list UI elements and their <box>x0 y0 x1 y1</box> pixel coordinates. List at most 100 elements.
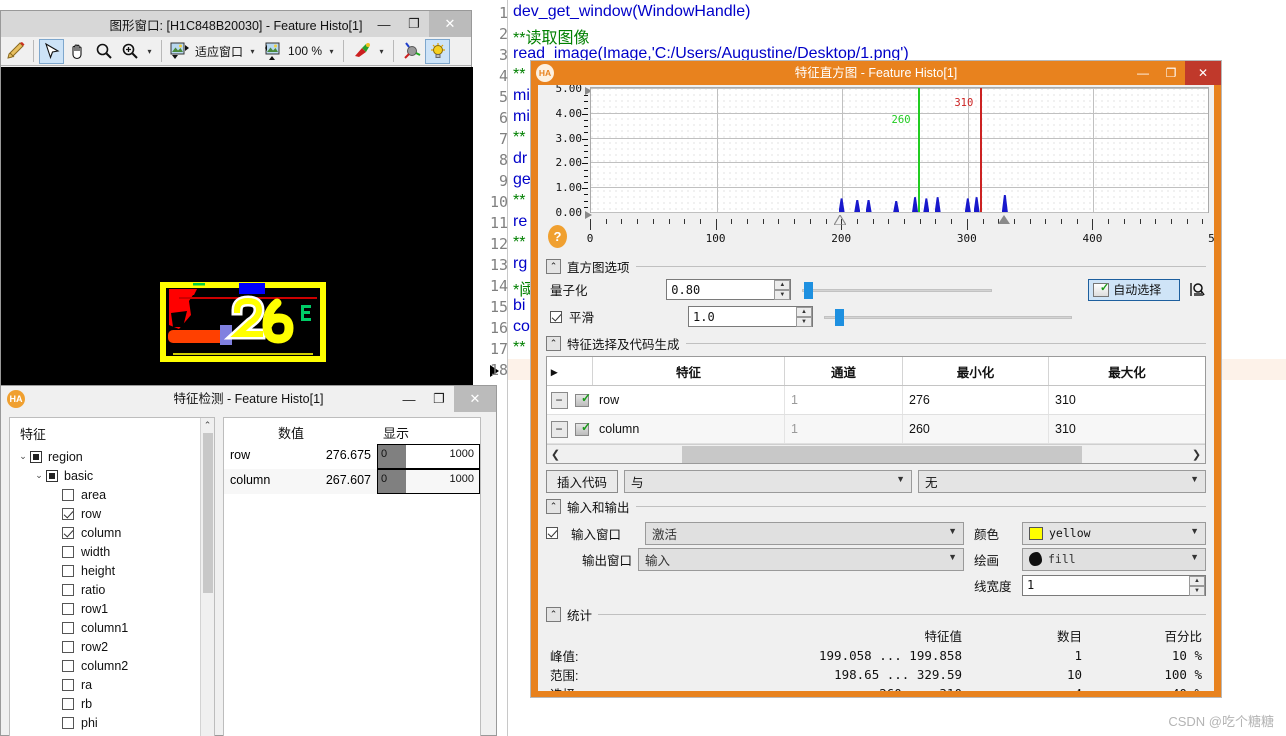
code-line-text[interactable]: mi <box>513 108 530 126</box>
draw-select[interactable]: fill ▼ <box>1022 547 1206 571</box>
code-line-text[interactable]: ** <box>513 234 525 252</box>
node-square-icon[interactable] <box>30 450 42 463</box>
smooth-spin-buttons[interactable]: ▲ ▼ <box>796 307 812 327</box>
checkbox-area[interactable] <box>62 488 74 501</box>
spin-down-icon-2[interactable]: ▼ <box>796 317 812 327</box>
collapse-histogram-options-button[interactable]: ⌃ <box>546 258 561 274</box>
quantization-slider[interactable] <box>802 280 993 299</box>
checkbox-row[interactable] <box>62 507 74 520</box>
image-canvas[interactable] <box>1 67 473 391</box>
fit-window-dropdown-caret-icon[interactable]: ▾ <box>246 39 259 64</box>
tree-item-column1[interactable]: column1 <box>10 618 214 637</box>
remove-feature-button[interactable]: − <box>550 420 568 438</box>
quantization-slider-thumb[interactable] <box>804 282 814 299</box>
input-window-checkbox[interactable] <box>546 527 558 539</box>
checkbox-width[interactable] <box>62 545 74 558</box>
code-line-text[interactable]: co <box>513 318 530 336</box>
tree-item-roundness[interactable]: roundness <box>10 732 214 736</box>
feature-histogram-titlebar[interactable]: HA 特征直方图 - Feature Histo[1] — ❐ ✕ <box>531 61 1221 85</box>
code-line-text[interactable]: ** <box>513 192 525 210</box>
close-button[interactable]: ✕ <box>429 11 471 37</box>
tree-item-height[interactable]: height <box>10 561 214 580</box>
tree-item-basic[interactable]: ⌄ basic <box>10 466 214 485</box>
quantization-spin-buttons[interactable]: ▲ ▼ <box>774 280 791 300</box>
code-line-text[interactable]: ** <box>513 129 525 147</box>
minimize-button[interactable]: — <box>369 11 399 37</box>
collapse-input-output-button[interactable]: ⌃ <box>546 498 561 514</box>
zoom-dropdown-caret-icon[interactable]: ▾ <box>143 39 156 64</box>
fd-minimize-button[interactable]: — <box>394 386 424 412</box>
code-line-text[interactable]: dr <box>513 150 527 168</box>
scroll-up-arrow-icon[interactable]: ⌃ <box>201 418 214 433</box>
zoom-level-dropdown-caret-icon[interactable]: ▾ <box>325 39 338 64</box>
lightbulb-icon[interactable] <box>425 38 451 64</box>
remove-feature-button[interactable]: − <box>550 391 568 409</box>
color-select[interactable]: yellow ▼ <box>1022 521 1206 545</box>
output-window-select[interactable]: 输入 ▼ <box>638 547 964 571</box>
edit-pencil-icon[interactable] <box>3 39 28 64</box>
checkbox-row2[interactable] <box>62 640 74 653</box>
magnifier-reset-icon[interactable] <box>1188 281 1206 299</box>
tree-item-row2[interactable]: row2 <box>10 637 214 656</box>
feature-enabled-icon[interactable] <box>575 391 591 407</box>
feature-tree-scrollbar[interactable]: ⌃ <box>200 418 214 736</box>
fh-close-button[interactable]: ✕ <box>1185 61 1221 85</box>
fd-close-button[interactable]: ✕ <box>454 386 496 412</box>
tree-item-area[interactable]: area <box>10 485 214 504</box>
min-marker[interactable] <box>917 88 920 212</box>
zoom-in-icon[interactable] <box>117 39 142 64</box>
tree-item-rb[interactable]: rb <box>10 694 214 713</box>
scroll-thumb[interactable] <box>203 433 213 593</box>
collapse-feature-selection-button[interactable]: ⌃ <box>546 335 561 351</box>
chevron-down-icon[interactable]: ⌄ <box>32 470 46 481</box>
feature-value-row[interactable]: row 276.675 0 1000 <box>224 444 480 469</box>
fv-range-bar[interactable]: 0 1000 <box>377 469 480 494</box>
code-line-text[interactable]: ** <box>513 66 525 84</box>
code-line-text[interactable]: ** <box>513 339 525 357</box>
node-square-icon[interactable] <box>46 469 58 482</box>
fv-range-bar[interactable]: 0 1000 <box>377 444 480 469</box>
fit-window-icon[interactable] <box>167 39 192 64</box>
maximize-button[interactable]: ❐ <box>399 11 429 37</box>
checkbox-column1[interactable] <box>62 621 74 634</box>
max-marker[interactable] <box>980 88 982 212</box>
zoom-level-icon[interactable] <box>260 39 285 64</box>
x-axis-drag-handle-0[interactable] <box>833 215 846 225</box>
line-width-spin-buttons[interactable]: ▲ ▼ <box>1189 575 1205 596</box>
smooth-slider-thumb[interactable] <box>835 309 844 326</box>
checkbox-rb[interactable] <box>62 697 74 710</box>
horizontal-scroll-thumb[interactable] <box>682 446 1082 463</box>
checkbox-ra[interactable] <box>62 678 74 691</box>
checkbox-phi[interactable] <box>62 716 74 729</box>
axes-3d-icon[interactable] <box>399 39 424 64</box>
checkbox-column2[interactable] <box>62 659 74 672</box>
feature-value-row[interactable]: column 267.607 0 1000 <box>224 469 480 494</box>
input-window-select[interactable]: 激活 ▼ <box>645 521 964 545</box>
fit-window-label[interactable]: 适应窗口 <box>193 43 245 60</box>
smooth-stepper[interactable]: ▲ ▼ <box>688 306 813 327</box>
color-brush-icon[interactable] <box>349 39 374 64</box>
checkbox-column[interactable] <box>62 526 74 539</box>
collapse-statistics-button[interactable]: ⌃ <box>546 606 561 622</box>
code-line-text[interactable]: re <box>513 213 527 231</box>
auto-select-button[interactable]: 自动选择 <box>1088 278 1181 301</box>
quantization-slider-track[interactable] <box>802 289 993 292</box>
checkbox-ratio[interactable] <box>62 583 74 596</box>
code-line-text[interactable]: bi <box>513 297 525 315</box>
fd-maximize-button[interactable]: ❐ <box>424 386 454 412</box>
smooth-checkbox[interactable] <box>550 310 562 323</box>
secondary-operator-select[interactable]: 无 ▼ <box>918 470 1206 493</box>
code-line-text[interactable]: mi <box>513 87 530 105</box>
feature-selection-row[interactable]: − row1276 310 <box>547 386 1205 415</box>
feature-selection-table[interactable]: ▸ 特征 通道 最小化 最大化 − row1276 310 − column1260 31… <box>546 356 1206 464</box>
feature-enabled-icon[interactable] <box>575 420 591 436</box>
tree-item-ratio[interactable]: ratio <box>10 580 214 599</box>
checkbox-height[interactable] <box>62 564 74 577</box>
spin-up-icon[interactable]: ▲ <box>774 280 791 290</box>
histogram-chart[interactable]: 0.00 1.00 2.00 3.00 4.00 5.00 260 310 0 100 200 3… <box>538 85 1214 253</box>
checkbox-row1[interactable] <box>62 602 74 615</box>
feature-selection-row[interactable]: − column1260 310 <box>547 415 1205 444</box>
graphics-window-titlebar[interactable]: 图形窗口: [H1C848B20030] - Feature Histo[1] … <box>1 11 471 37</box>
tree-item-row1[interactable]: row1 <box>10 599 214 618</box>
fh-minimize-button[interactable]: — <box>1129 61 1157 85</box>
